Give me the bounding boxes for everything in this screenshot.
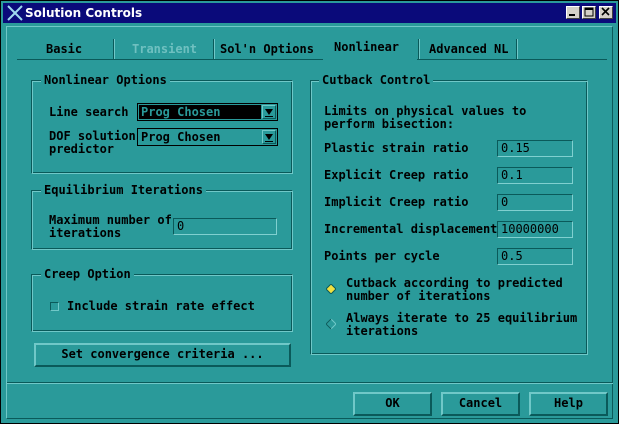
minimize-button[interactable] — [566, 6, 580, 19]
minimize-icon — [569, 14, 575, 16]
points-per-cycle-label: Points per cycle — [324, 249, 440, 263]
window-title: Solution Controls — [25, 6, 143, 20]
max-iterations-input[interactable]: 0 — [173, 218, 277, 235]
max-iterations-label: Maximum number of iterations — [49, 213, 172, 240]
line-search-arrow[interactable] — [262, 105, 276, 119]
set-convergence-button[interactable]: Set convergence criteria ... — [34, 343, 291, 367]
help-button[interactable]: Help — [529, 392, 608, 416]
maximize-icon — [584, 7, 594, 17]
tab-baseline — [17, 59, 323, 60]
close-icon — [601, 7, 610, 16]
explicit-creep-ratio-input[interactable]: 0.1 — [497, 167, 573, 184]
tab-divider — [113, 39, 114, 59]
line-search-dropdown[interactable]: Prog Chosen — [137, 103, 278, 121]
nonlinear-options-group — [31, 80, 293, 174]
dof-predictor-value: Prog Chosen — [141, 130, 221, 144]
cutback-control-title: Cutback Control — [319, 73, 434, 87]
chevron-down-icon — [265, 109, 273, 117]
always-iterate-option[interactable]: Always iterate to 25 equilibrium iterati… — [346, 312, 577, 338]
solution-controls-window: Solution Controls Basic Transient Sol'n … — [0, 0, 619, 424]
implicit-creep-ratio-input[interactable]: 0 — [497, 194, 573, 211]
plastic-strain-ratio-input[interactable]: 0.15 — [497, 140, 573, 157]
implicit-creep-ratio-label: Implicit Creep ratio — [324, 195, 469, 209]
strain-rate-checkbox[interactable] — [50, 302, 59, 311]
tab-soln-options[interactable]: Sol'n Options — [220, 42, 314, 56]
creep-option-title: Creep Option — [41, 267, 134, 281]
tab-divider — [213, 39, 214, 59]
equilibrium-iterations-title: Equilibrium Iterations — [41, 183, 206, 197]
strain-rate-label[interactable]: Include strain rate effect — [67, 300, 255, 313]
radio-selected-icon[interactable] — [326, 284, 336, 294]
plastic-strain-ratio-label: Plastic strain ratio — [324, 141, 469, 155]
tab-transient[interactable]: Transient — [132, 42, 197, 56]
tab-divider — [418, 39, 419, 59]
cancel-button[interactable]: Cancel — [441, 392, 520, 416]
incremental-displacement-input[interactable]: 10000000 — [497, 221, 573, 238]
ok-button[interactable]: OK — [353, 392, 432, 416]
chevron-down-icon — [265, 134, 273, 142]
tab-nonlinear[interactable]: Nonlinear — [334, 40, 399, 54]
tab-advanced-nl[interactable]: Advanced NL — [429, 42, 508, 56]
dof-predictor-dropdown[interactable]: Prog Chosen — [137, 128, 278, 146]
nonlinear-options-title: Nonlinear Options — [41, 73, 170, 87]
tab-divider — [516, 39, 517, 59]
line-search-value: Prog Chosen — [139, 105, 261, 119]
explicit-creep-ratio-label: Explicit Creep ratio — [324, 168, 469, 182]
line-search-label: Line search — [49, 105, 129, 119]
app-x-icon — [7, 5, 23, 21]
incremental-displacement-label: Incremental displacement — [324, 222, 498, 236]
tab-baseline — [417, 59, 607, 60]
tab-basic[interactable]: Basic — [46, 42, 82, 56]
dof-predictor-label: DOF solution predictor — [49, 129, 136, 156]
title-bar[interactable]: Solution Controls — [3, 3, 616, 23]
cutback-intro: Limits on physical values to perform bis… — [324, 104, 527, 131]
cutback-predicted-option[interactable]: Cutback according to predicted number of… — [346, 277, 563, 303]
radio-unselected-icon[interactable] — [326, 319, 336, 329]
points-per-cycle-input[interactable]: 0.5 — [497, 248, 573, 265]
bottom-separator — [7, 382, 613, 383]
close-button[interactable] — [599, 6, 613, 19]
maximize-button[interactable] — [582, 6, 596, 19]
dof-predictor-arrow[interactable] — [262, 130, 276, 144]
